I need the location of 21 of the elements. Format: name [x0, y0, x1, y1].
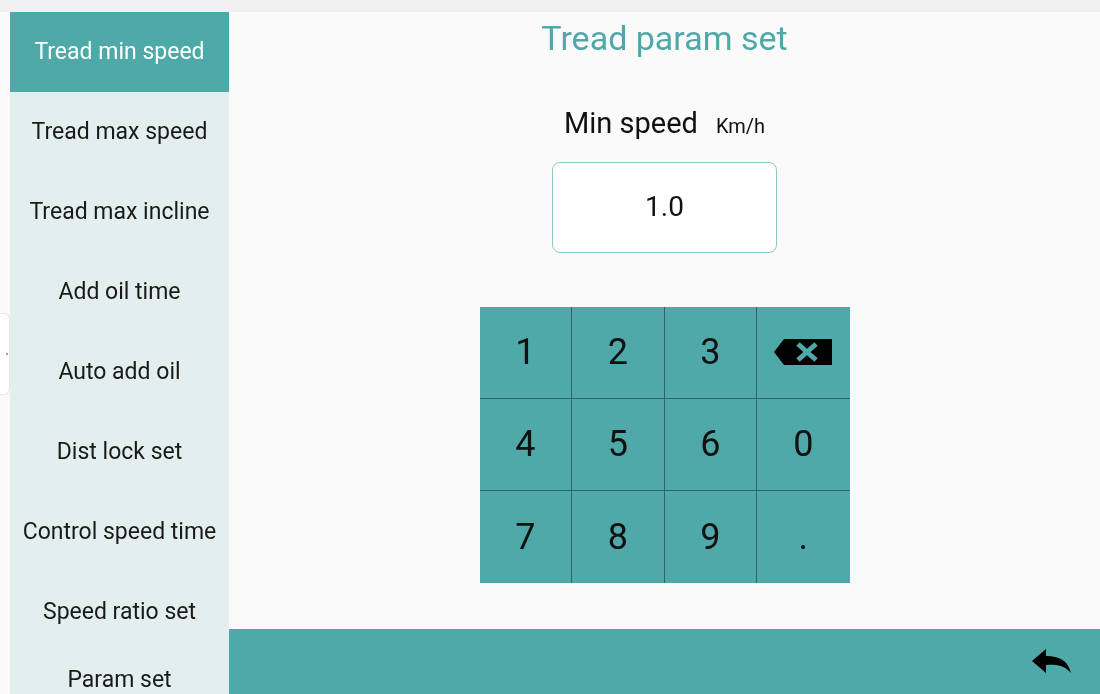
key-button[interactable]: 1: [479, 306, 572, 399]
key-button[interactable]: 5: [572, 398, 665, 491]
edge-handle[interactable]: [0, 313, 10, 395]
key-button[interactable]: 6: [664, 398, 757, 491]
key-button[interactable]: 2: [572, 306, 665, 399]
sidebar-item[interactable]: Tread max speed: [10, 92, 229, 172]
sidebar-item[interactable]: Tread max incline: [10, 172, 229, 252]
unit-label: Km/h: [715, 113, 766, 140]
value-field[interactable]: 1.0: [552, 161, 777, 253]
sidebar-item[interactable]: Add oil time: [10, 252, 229, 332]
sidebar-item[interactable]: Control speed time: [10, 492, 229, 572]
sidebar-item[interactable]: Speed ratio set: [10, 572, 229, 652]
key-button[interactable]: 4: [479, 398, 572, 491]
sidebar-item[interactable]: Dist lock set: [10, 412, 229, 492]
sidebar-item[interactable]: Param set: [10, 652, 229, 694]
sidebar-item[interactable]: Auto add oil: [10, 332, 229, 412]
field-label: Min speed: [563, 105, 698, 142]
page-title: Tread param set: [541, 17, 788, 60]
backspace-icon: [774, 339, 833, 365]
key-button[interactable]: 3: [664, 306, 757, 399]
back-icon[interactable]: [1032, 648, 1072, 675]
